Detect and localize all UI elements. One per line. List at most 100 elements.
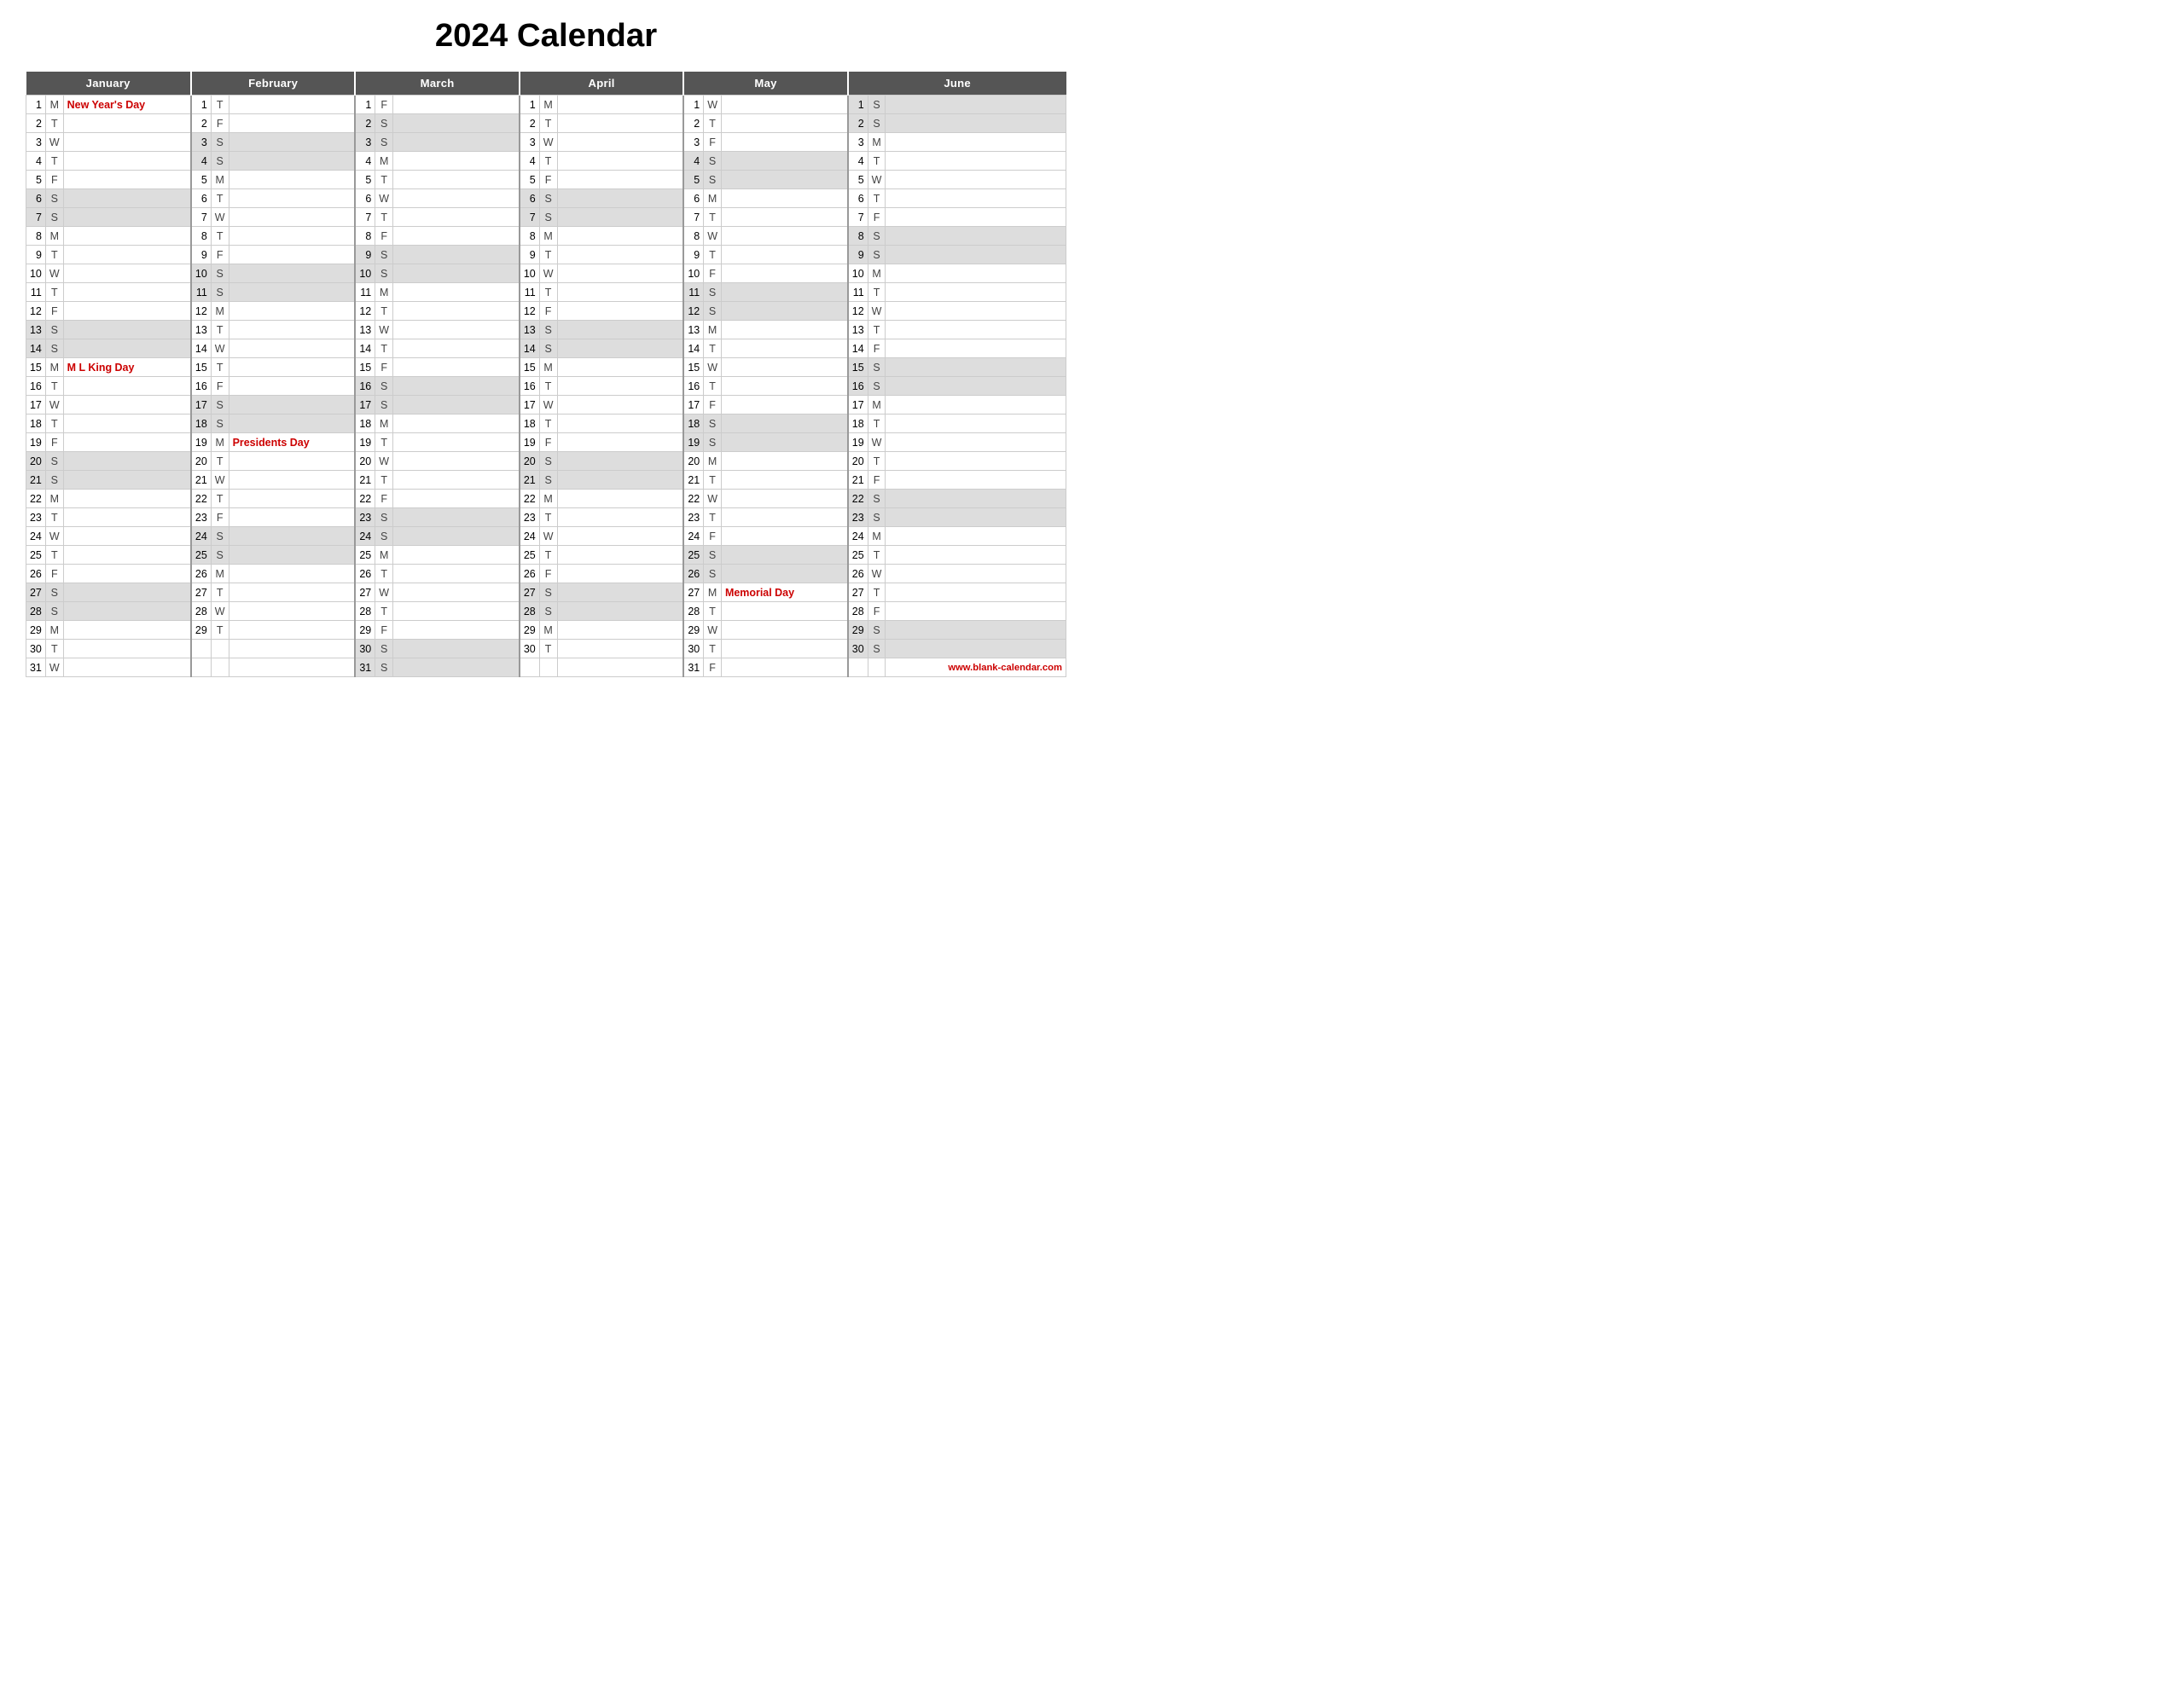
event-cell	[229, 377, 355, 396]
day-number: 10	[520, 264, 539, 283]
day-number: 19	[520, 433, 539, 452]
day-letter: W	[375, 583, 393, 602]
day-letter: F	[45, 433, 63, 452]
event-cell	[393, 358, 520, 377]
day-number: 29	[191, 621, 211, 640]
day-letter: W	[539, 133, 557, 152]
day-number: 16	[191, 377, 211, 396]
day-number: 14	[848, 339, 868, 358]
event-cell	[721, 339, 847, 358]
calendar-table: JanuaryFebruaryMarchAprilMayJune1MNew Ye…	[26, 72, 1066, 677]
event-cell	[721, 152, 847, 171]
day-number: 23	[26, 508, 46, 527]
day-number: 27	[355, 583, 375, 602]
event-cell	[229, 471, 355, 490]
day-number: 8	[26, 227, 46, 246]
day-number: 10	[26, 264, 46, 283]
day-letter: T	[211, 583, 229, 602]
event-cell	[721, 377, 847, 396]
day-number: 9	[848, 246, 868, 264]
day-number: 16	[26, 377, 46, 396]
day-letter: S	[868, 114, 886, 133]
day-letter: M	[868, 527, 886, 546]
day-letter	[539, 658, 557, 677]
event-cell	[886, 321, 1066, 339]
calendar-row: 15MM L King Day15T15F15M15W15S	[26, 358, 1066, 377]
event-cell	[557, 433, 683, 452]
day-letter: T	[45, 377, 63, 396]
day-letter: S	[704, 283, 722, 302]
day-letter: F	[539, 171, 557, 189]
calendar-row: 18T18S18M18T18S18T	[26, 415, 1066, 433]
day-letter: S	[704, 152, 722, 171]
event-cell	[229, 527, 355, 546]
day-letter: S	[868, 227, 886, 246]
calendar-row: 24W24S24S24W24F24M	[26, 527, 1066, 546]
day-number: 23	[520, 508, 539, 527]
event-cell	[393, 152, 520, 171]
day-number: 27	[520, 583, 539, 602]
day-letter: M	[868, 133, 886, 152]
day-letter: T	[375, 208, 393, 227]
day-letter: S	[45, 452, 63, 471]
day-letter: T	[539, 377, 557, 396]
month-header-may: May	[683, 72, 847, 96]
event-cell	[393, 246, 520, 264]
calendar-row: 21S21W21T21S21T21F	[26, 471, 1066, 490]
event-cell	[393, 283, 520, 302]
event-cell	[886, 565, 1066, 583]
event-cell	[886, 264, 1066, 283]
day-letter: S	[704, 415, 722, 433]
day-letter: T	[539, 246, 557, 264]
calendar-row: 22M22T22F22M22W22S	[26, 490, 1066, 508]
day-number: 11	[191, 283, 211, 302]
day-letter: M	[539, 490, 557, 508]
day-letter: M	[45, 96, 63, 114]
day-number: 14	[355, 339, 375, 358]
day-letter: S	[375, 640, 393, 658]
calendar-row: 1MNew Year's Day1T1F1M1W1S	[26, 96, 1066, 114]
day-letter: S	[868, 621, 886, 640]
event-cell	[229, 321, 355, 339]
day-letter: S	[45, 208, 63, 227]
day-number: 6	[355, 189, 375, 208]
day-letter: S	[868, 640, 886, 658]
day-number: 20	[683, 452, 703, 471]
day-letter: W	[704, 490, 722, 508]
day-letter: F	[375, 96, 393, 114]
day-number	[520, 658, 539, 677]
event-cell	[229, 621, 355, 640]
day-number: 28	[848, 602, 868, 621]
day-letter: M	[45, 621, 63, 640]
day-letter: W	[704, 227, 722, 246]
day-number: 13	[848, 321, 868, 339]
event-cell	[229, 546, 355, 565]
day-letter: W	[704, 358, 722, 377]
day-letter: M	[211, 433, 229, 452]
day-letter: S	[704, 433, 722, 452]
event-cell	[63, 264, 191, 283]
day-number: 8	[520, 227, 539, 246]
day-number: 19	[848, 433, 868, 452]
day-number: 12	[683, 302, 703, 321]
day-number	[191, 658, 211, 677]
day-letter: F	[704, 658, 722, 677]
day-number: 5	[683, 171, 703, 189]
event-cell	[721, 508, 847, 527]
day-letter: T	[211, 96, 229, 114]
calendar-row: 13S13T13W13S13M13T	[26, 321, 1066, 339]
event-cell	[886, 152, 1066, 171]
event-cell	[229, 152, 355, 171]
day-number: 26	[520, 565, 539, 583]
day-letter: W	[539, 396, 557, 415]
day-letter: F	[539, 433, 557, 452]
day-letter: F	[45, 565, 63, 583]
event-cell	[557, 471, 683, 490]
day-letter: T	[45, 415, 63, 433]
day-number: 26	[355, 565, 375, 583]
event-cell	[557, 565, 683, 583]
day-number: 15	[191, 358, 211, 377]
day-number: 15	[683, 358, 703, 377]
event-cell	[63, 546, 191, 565]
event-cell	[393, 621, 520, 640]
